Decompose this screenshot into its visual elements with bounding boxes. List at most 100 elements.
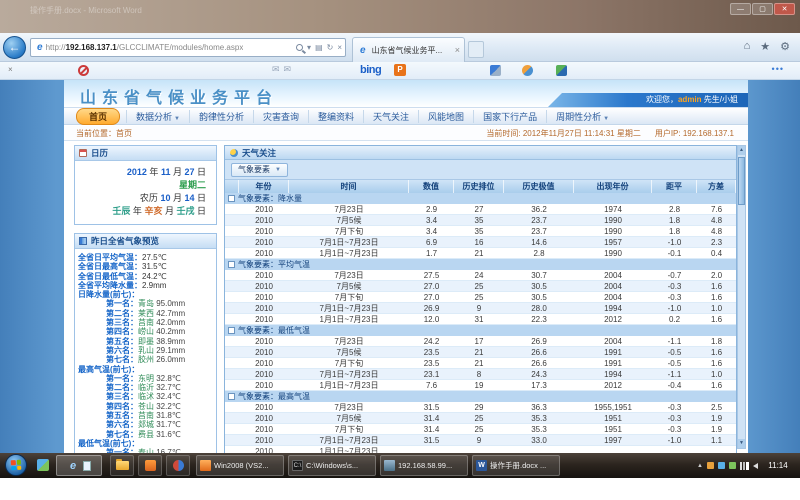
nav-item-6[interactable]: 风能地图 — [418, 110, 473, 123]
mail-icons[interactable]: ✉✉ — [272, 64, 295, 75]
taskbar-app-button-orange[interactable] — [138, 455, 162, 476]
stop-icon[interactable]: × — [337, 43, 342, 52]
expand-box-icon[interactable] — [228, 195, 235, 202]
toolbar-more-icon[interactable]: ••• — [772, 64, 784, 74]
tray-icon-2[interactable] — [718, 462, 725, 469]
plugin-icon-2[interactable] — [522, 65, 533, 76]
table-cell: 7月5候 — [289, 215, 409, 226]
table-row[interactable]: 20107月23日31.52936.31955,1951-0.32.5 — [225, 402, 736, 413]
new-tab-button[interactable] — [468, 41, 484, 58]
table-row[interactable]: 20107月下旬27.02530.52004-0.31.6 — [225, 292, 736, 303]
scroll-up-icon[interactable]: ▲ — [738, 146, 745, 155]
nav-item-1[interactable]: 数据分析▼ — [126, 110, 189, 123]
maximize-button[interactable]: ▢ — [752, 3, 773, 15]
windows-flag-icon — [11, 460, 22, 471]
table-row[interactable]: 20107月下旬3.43523.719901.84.8 — [225, 226, 736, 237]
table-row[interactable]: 20107月23日2.92736.219742.87.6 — [225, 204, 736, 215]
tray-icon-3[interactable] — [729, 462, 736, 469]
group-header-row[interactable]: 气象要素：最高气温 — [225, 391, 736, 402]
plugin-icon-3[interactable] — [556, 65, 567, 76]
plugin-icon-1[interactable] — [490, 65, 501, 76]
column-header: 距平 — [652, 180, 697, 193]
back-button[interactable]: ← — [3, 36, 26, 59]
network-icon[interactable] — [740, 462, 749, 470]
overview-body: 全省日平均气温：27.5℃全省日最高气温：31.5℃全省日最低气温：24.2℃全… — [75, 249, 216, 453]
table-cell: 9 — [454, 303, 504, 314]
table-row[interactable]: 20107月5候27.02530.52004-0.31.6 — [225, 281, 736, 292]
expand-box-icon[interactable] — [228, 261, 235, 268]
scroll-down-icon[interactable]: ▼ — [738, 439, 745, 448]
taskbar-button-0[interactable]: Win2008 (VS2... — [196, 455, 284, 476]
minimize-button[interactable]: — — [730, 3, 751, 15]
address-bar[interactable]: e http://192.168.137.1/GLCCLIMATE/module… — [30, 38, 346, 57]
tray-icon-1[interactable] — [707, 462, 714, 469]
tab-close-icon[interactable]: × — [455, 45, 460, 55]
taskbar-ie-button[interactable]: e — [56, 455, 102, 476]
nav-item-2[interactable]: 韵律性分析 — [189, 110, 253, 123]
search-dropdown-icon[interactable]: ▾ — [307, 43, 311, 52]
compatibility-view-icon[interactable]: ▤ — [315, 43, 323, 52]
table-cell: 8 — [454, 369, 504, 380]
bing-logo[interactable]: bing — [360, 64, 381, 76]
nav-item-0[interactable]: 首页 — [76, 108, 120, 125]
table-row[interactable]: 20107月5候3.43523.719901.84.8 — [225, 215, 736, 226]
settings-gear-icon[interactable]: ⚙ — [780, 40, 790, 53]
toolbar-close-icon[interactable]: × — [8, 65, 13, 74]
page-scrollbar[interactable]: ▲ ▼ — [737, 145, 746, 449]
nav-item-4[interactable]: 整编资料 — [308, 110, 363, 123]
table-row[interactable]: 20107月下旬23.52126.61991-0.51.6 — [225, 358, 736, 369]
close-button[interactable]: ✕ — [774, 3, 795, 15]
word-icon: W — [476, 460, 487, 471]
table-row[interactable]: 20107月23日24.21726.92004-1.11.8 — [225, 336, 736, 347]
table-row[interactable]: 20101月1日~7月23日 — [225, 446, 736, 453]
table-cell: 2010 — [239, 215, 289, 226]
browser-tab[interactable]: e 山东省气候业务平... × — [352, 37, 465, 62]
table-cell: -0.7 — [652, 270, 697, 281]
taskbar-button-3[interactable]: W操作手册.docx ... — [472, 455, 560, 476]
tray-expand-icon[interactable]: ▲ — [697, 463, 703, 469]
table-row[interactable]: 20101月1日~7月23日1.7212.81990-0.10.4 — [225, 248, 736, 259]
nav-item-5[interactable]: 天气关注 — [363, 110, 418, 123]
site-banner: 山东省气候业务平台 欢迎您，admin 先生/小姐 — [64, 80, 748, 107]
nav-item-3[interactable]: 灾害查询 — [253, 110, 308, 123]
home-icon[interactable]: ⌂ — [744, 40, 751, 53]
quick-launch-icon[interactable] — [37, 459, 49, 471]
nav-item-8[interactable]: 周期性分析▼ — [546, 110, 618, 123]
rank-item: 第一名：青岛 95.0mm — [78, 299, 214, 308]
expand-box-icon[interactable] — [228, 393, 235, 400]
table-cell: 2010 — [239, 380, 289, 391]
group-header-row[interactable]: 气象要素：最低气温 — [225, 325, 736, 336]
table-row[interactable]: 20107月1日~7月23日23.1824.31994-1.11.0 — [225, 369, 736, 380]
taskbar-button-1[interactable]: C:\C:\Windows\s... — [288, 455, 376, 476]
table-row[interactable]: 20107月1日~7月23日31.5933.01997-1.01.1 — [225, 435, 736, 446]
table-cell: 7月下旬 — [289, 358, 409, 369]
group-header-row[interactable]: 气象要素：平均气温 — [225, 259, 736, 270]
scrollbar-thumb[interactable] — [738, 157, 745, 205]
search-icon[interactable] — [296, 44, 303, 51]
table-row[interactable]: 20107月23日27.52430.72004-0.72.0 — [225, 270, 736, 281]
table-row[interactable]: 20101月1日~7月23日7.61917.32012-0.41.6 — [225, 380, 736, 391]
table-cell: 7月1日~7月23日 — [289, 237, 409, 248]
breadcrumb: 当前位置：首页 — [64, 128, 132, 139]
taskbar-explorer-button[interactable] — [110, 455, 134, 476]
table-row[interactable]: 20107月5候23.52126.61991-0.51.6 — [225, 347, 736, 358]
table-row[interactable]: 20107月1日~7月23日6.91614.61957-1.02.3 — [225, 237, 736, 248]
group-header-row[interactable]: 气象要素：降水量 — [225, 193, 736, 204]
start-button[interactable] — [5, 454, 27, 476]
table-row[interactable]: 20101月1日~7月23日12.03122.320120.21.6 — [225, 314, 736, 325]
table-cell: 23.7 — [504, 215, 574, 226]
table-cell: 21 — [454, 248, 504, 259]
refresh-icon[interactable]: ↻ — [327, 43, 334, 52]
table-row[interactable]: 20107月1日~7月23日26.9928.01994-1.01.0 — [225, 303, 736, 314]
expand-box-icon[interactable] — [228, 327, 235, 334]
favorites-star-icon[interactable]: ★ — [760, 40, 770, 53]
nav-item-7[interactable]: 国家下行产品 — [473, 110, 546, 123]
table-row[interactable]: 20107月5候31.42535.31951-0.31.9 — [225, 413, 736, 424]
weekday: 星期二 — [79, 179, 206, 192]
element-filter-button[interactable]: 气象要素 ▼ — [231, 163, 288, 177]
taskbar-button-2[interactable]: 192.168.58.99... — [380, 455, 468, 476]
speaker-icon[interactable] — [753, 463, 758, 469]
table-row[interactable]: 20107月下旬31.42535.31951-0.31.9 — [225, 424, 736, 435]
taskbar-app-button-round[interactable] — [166, 455, 190, 476]
bing-p-icon[interactable]: P — [394, 64, 406, 76]
